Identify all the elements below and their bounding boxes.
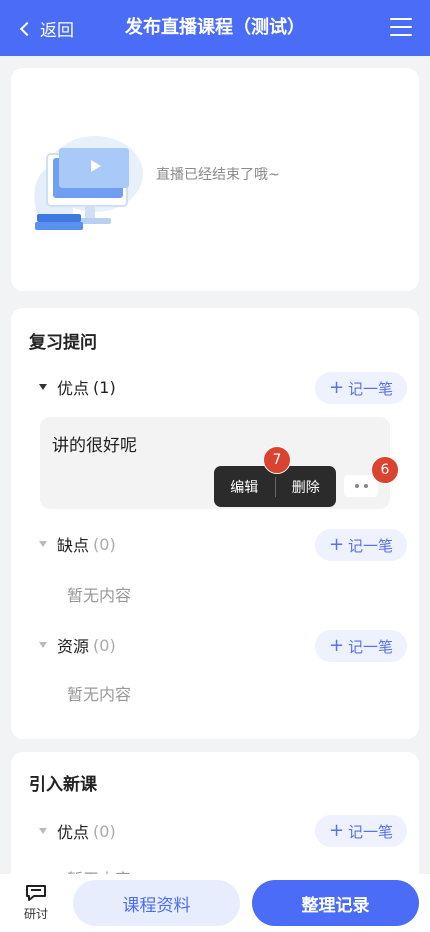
organize-notes-button[interactable]: 整理记录 (252, 880, 419, 926)
hamburger-icon[interactable] (390, 18, 412, 38)
page-title: 发布直播课程（测试） (125, 17, 305, 38)
add-note-label: 记一笔 (348, 379, 394, 398)
step-badge-edit-menu: 7 (263, 446, 291, 474)
step-badge-more: 6 (371, 456, 399, 484)
plus-icon: + (328, 820, 345, 841)
chat-icon (26, 885, 46, 901)
plus-icon: + (328, 377, 345, 398)
group-count: (0) (93, 635, 116, 655)
group-toggle-new-strengths[interactable]: 优点 (0) (39, 815, 116, 847)
add-note-label: 记一笔 (348, 637, 394, 656)
comment-text: 讲的很好呢 (52, 436, 137, 456)
edit-button[interactable]: 编辑 (214, 477, 275, 497)
group-name: 优点 (57, 379, 90, 398)
add-note-button-weaknesses[interactable]: + 记一笔 (315, 529, 407, 561)
live-ended-message: 直播已经结束了哦~ (156, 167, 280, 183)
live-status-card: 直播已经结束了哦~ (11, 68, 419, 291)
discuss-button[interactable]: 研讨 (14, 882, 58, 926)
new-course-section-title: 引入新课 (29, 775, 97, 795)
add-note-button-new-strengths[interactable]: + 记一笔 (315, 815, 407, 847)
monitor-illustration (34, 136, 143, 230)
plus-icon: + (328, 635, 345, 656)
add-note-button-strengths[interactable]: + 记一笔 (315, 372, 407, 404)
group-count: (1) (93, 377, 116, 397)
group-name: 缺点 (57, 536, 90, 555)
add-note-button-resources[interactable]: + 记一笔 (315, 630, 407, 662)
empty-placeholder: 暂无内容 (67, 586, 132, 605)
group-toggle-resources[interactable]: 资源 (0) (39, 629, 116, 661)
group-count: (0) (93, 821, 116, 841)
group-toggle-weaknesses[interactable]: 缺点 (0) (39, 528, 116, 560)
add-note-label: 记一笔 (348, 536, 394, 555)
caret-down-icon (39, 541, 47, 547)
group-name: 优点 (57, 823, 90, 842)
group-toggle-strengths[interactable]: 优点 (1) (39, 371, 116, 403)
add-note-label: 记一笔 (348, 822, 394, 841)
review-card: 复习提问 优点 (1) + 记一笔 讲的很好呢 编辑 删除 缺点 (0) + 记… (11, 308, 419, 739)
course-materials-button[interactable]: 课程资料 (73, 880, 240, 926)
review-section-title: 复习提问 (29, 333, 97, 353)
plus-icon: + (328, 534, 345, 555)
caret-down-icon (39, 642, 47, 648)
discuss-label: 研讨 (23, 907, 48, 921)
bottom-action-bar: 研讨 课程资料 整理记录 (0, 874, 430, 932)
group-count: (0) (93, 534, 116, 554)
caret-down-icon (39, 828, 47, 834)
top-nav-bar: 返回 发布直播课程（测试） (0, 0, 430, 56)
group-name: 资源 (57, 637, 90, 656)
comment-item: 讲的很好呢 编辑 删除 (40, 417, 390, 509)
caret-down-icon (39, 384, 47, 390)
empty-placeholder: 暂无内容 (67, 685, 132, 704)
delete-button[interactable]: 删除 (276, 477, 337, 497)
